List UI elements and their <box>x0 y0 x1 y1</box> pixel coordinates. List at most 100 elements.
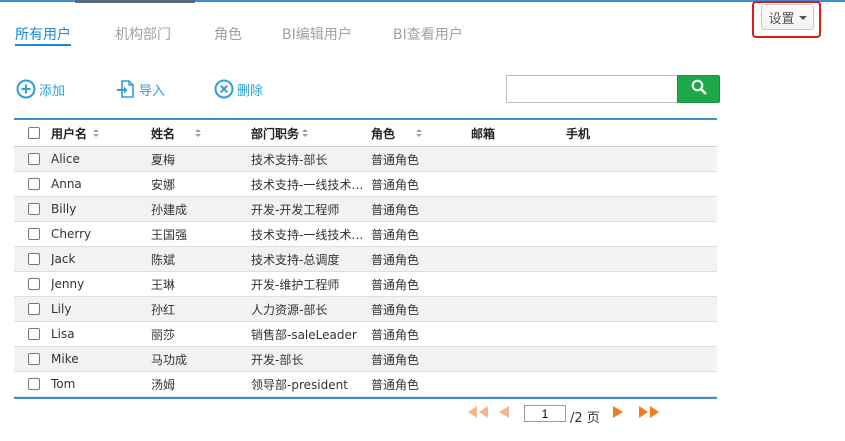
header-username[interactable]: 用户名 <box>51 120 100 146</box>
cell-name: 陈斌 <box>151 252 176 267</box>
header-name[interactable]: 姓名 <box>151 120 202 146</box>
sort-icon <box>416 129 423 137</box>
cell-name: 丽莎 <box>151 327 176 342</box>
right-arrow-icon <box>613 406 623 418</box>
header-username-label: 用户名 <box>51 126 88 141</box>
cell-role: 普通角色 <box>371 302 420 317</box>
left-arrow-icon <box>499 406 509 418</box>
double-left-arrow-icon <box>468 406 488 418</box>
users-table: 用户名 姓名 部门职务 角色 邮箱 手机 Alice 夏梅 技术支持-部长 普通角色 A… <box>14 118 717 399</box>
cell-role: 普通角色 <box>371 377 420 392</box>
cell-name: 安娜 <box>151 177 176 192</box>
cell-department: 开发-维护工程师 <box>251 277 340 292</box>
cell-email <box>471 172 561 196</box>
cell-department: 开发-部长 <box>251 352 304 367</box>
page-total-label: /2 页 <box>570 411 600 426</box>
cell-username: Jack <box>51 252 76 266</box>
double-right-arrow-icon <box>639 406 659 418</box>
search-button[interactable] <box>677 75 720 103</box>
table-row[interactable]: Tom 汤姆 领导部-president 普通角色 <box>14 372 717 397</box>
table-row[interactable]: Mike 马功成 开发-部长 普通角色 <box>14 347 717 372</box>
table-row[interactable]: Lily 孙红 人力资源-部长 普通角色 <box>14 297 717 322</box>
plus-circle-icon <box>15 78 37 100</box>
delete-label: 删除 <box>237 83 264 99</box>
tab-departments[interactable]: 机构部门 <box>115 24 171 44</box>
header-phone: 手机 <box>566 126 591 141</box>
cell-name: 汤姆 <box>151 377 176 392</box>
cell-department: 销售部-saleLeader <box>251 327 357 342</box>
cell-name: 王国强 <box>151 227 188 242</box>
next-page-button[interactable] <box>611 404 625 424</box>
table-row[interactable]: Billy 孙建成 开发-开发工程师 普通角色 <box>14 197 717 222</box>
sort-icon <box>302 129 309 137</box>
cell-role: 普通角色 <box>371 277 420 292</box>
table-row[interactable]: Lisa 丽莎 销售部-saleLeader 普通角色 <box>14 322 717 347</box>
row-checkbox[interactable] <box>28 303 40 315</box>
tab-all-users[interactable]: 所有用户 <box>15 24 71 46</box>
table-row[interactable]: Cherry 王国强 技术支持-一线技术… 普通角色 <box>14 222 717 247</box>
row-checkbox[interactable] <box>28 178 40 190</box>
cell-email <box>471 297 561 321</box>
row-checkbox[interactable] <box>28 328 40 340</box>
table-row[interactable]: Jack 陈斌 技术支持-总调度 普通角色 <box>14 247 717 272</box>
cell-email <box>471 372 561 396</box>
add-label: 添加 <box>39 83 66 99</box>
table-bottom-line <box>14 397 717 399</box>
cell-phone <box>566 197 666 221</box>
cell-role: 普通角色 <box>371 177 420 192</box>
cell-department: 开发-开发工程师 <box>251 202 340 217</box>
cell-username: Mike <box>51 352 79 366</box>
cell-department: 技术支持-一线技术… <box>251 227 364 242</box>
header-role[interactable]: 角色 <box>371 120 423 146</box>
cell-role: 普通角色 <box>371 152 420 167</box>
tab-roles[interactable]: 角色 <box>214 24 242 44</box>
cell-department: 领导部-president <box>251 377 348 392</box>
tab-bi-edit-users[interactable]: BI编辑用户 <box>282 24 352 44</box>
cell-username: Jenny <box>51 277 85 291</box>
add-button[interactable]: 添加 <box>15 78 65 100</box>
cell-phone <box>566 372 666 396</box>
cell-email <box>471 247 561 271</box>
cell-role: 普通角色 <box>371 327 420 342</box>
cell-phone <box>566 347 666 371</box>
select-all-checkbox[interactable] <box>28 127 40 139</box>
cell-name: 孙建成 <box>151 202 188 217</box>
row-checkbox[interactable] <box>28 278 40 290</box>
header-department[interactable]: 部门职务 <box>251 120 309 146</box>
sort-icon <box>93 129 100 137</box>
table-header: 用户名 姓名 部门职务 角色 邮箱 手机 <box>14 118 717 147</box>
search-input[interactable] <box>506 75 677 103</box>
row-checkbox[interactable] <box>28 203 40 215</box>
cell-department: 技术支持-总调度 <box>251 252 340 267</box>
top-accent-segment <box>75 0 195 3</box>
tab-bi-view-users[interactable]: BI查看用户 <box>393 24 463 44</box>
row-checkbox[interactable] <box>28 153 40 165</box>
import-label: 导入 <box>139 83 166 99</box>
page-number-input[interactable] <box>524 405 566 422</box>
cell-username: Alice <box>51 152 80 166</box>
row-checkbox[interactable] <box>28 228 40 240</box>
row-checkbox[interactable] <box>28 378 40 390</box>
table-row[interactable]: Jenny 王琳 开发-维护工程师 普通角色 <box>14 272 717 297</box>
header-name-label: 姓名 <box>151 126 176 141</box>
cell-department: 技术支持-部长 <box>251 152 328 167</box>
first-page-button[interactable] <box>466 404 490 424</box>
search-icon <box>691 79 707 99</box>
sort-icon <box>195 129 202 137</box>
table-row[interactable]: Alice 夏梅 技术支持-部长 普通角色 <box>14 147 717 172</box>
cell-name: 孙红 <box>151 302 176 317</box>
import-button[interactable]: 导入 <box>115 78 165 100</box>
last-page-button[interactable] <box>637 404 661 424</box>
cell-department: 人力资源-部长 <box>251 302 328 317</box>
cell-email <box>471 222 561 246</box>
row-checkbox[interactable] <box>28 253 40 265</box>
cell-username: Lily <box>51 302 72 316</box>
delete-button[interactable]: 删除 <box>213 78 263 100</box>
prev-page-button[interactable] <box>497 404 511 424</box>
row-checkbox[interactable] <box>28 353 40 365</box>
cell-role: 普通角色 <box>371 202 420 217</box>
cell-phone <box>566 272 666 296</box>
cell-username: Billy <box>51 202 77 216</box>
table-row[interactable]: Anna 安娜 技术支持-一线技术… 普通角色 <box>14 172 717 197</box>
settings-button[interactable]: 设置 <box>761 4 814 30</box>
